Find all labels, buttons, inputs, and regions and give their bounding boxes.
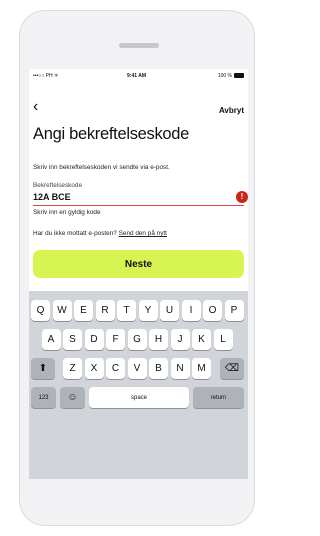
key-d[interactable]: D <box>84 329 104 350</box>
key-w[interactable]: W <box>52 300 72 321</box>
key-z[interactable]: Z <box>63 358 82 379</box>
key-a[interactable]: A <box>41 329 61 350</box>
app-screen: •••○○ PH ᯤ 9:41 AM 100 % ‹ Avbryt Angi b… <box>29 69 248 479</box>
key-o[interactable]: O <box>203 300 222 321</box>
instruction-text: Skriv inn bekreftelseskoden vi sendte vi… <box>33 164 170 171</box>
key-m[interactable]: M <box>192 358 211 379</box>
backspace-key[interactable]: ⌫ <box>220 358 244 379</box>
key-k[interactable]: K <box>192 329 211 350</box>
next-button[interactable]: Neste <box>33 250 244 278</box>
page-title: Angi bekreftelseskode <box>33 125 190 143</box>
emoji-key[interactable]: ☺ <box>60 387 85 408</box>
return-key[interactable]: return <box>193 387 244 408</box>
key-y[interactable]: Y <box>138 300 158 321</box>
battery-icon <box>234 73 244 78</box>
code-input-underline <box>33 205 244 206</box>
key-g[interactable]: G <box>127 329 147 350</box>
phone-frame: •••○○ PH ᯤ 9:41 AM 100 % ‹ Avbryt Angi b… <box>19 10 255 526</box>
key-b[interactable]: B <box>149 358 168 379</box>
error-message: Skriv inn en gyldig kode <box>33 209 101 216</box>
key-s[interactable]: S <box>63 329 82 350</box>
key-i[interactable]: I <box>181 300 201 321</box>
key-t[interactable]: T <box>117 300 136 321</box>
key-c[interactable]: C <box>106 358 125 379</box>
key-p[interactable]: P <box>224 300 244 321</box>
carrier-signal: •••○○ PH ᯤ <box>33 73 59 79</box>
resend-prompt: Har du ikke mottatt e-posten? <box>33 230 117 237</box>
key-n[interactable]: N <box>170 358 190 379</box>
key-r[interactable]: R <box>95 300 115 321</box>
code-input[interactable]: 12A BCE <box>33 192 71 202</box>
resend-link[interactable]: Send den på nytt <box>119 230 167 237</box>
key-e[interactable]: E <box>74 300 93 321</box>
shift-key[interactable]: ⬆ <box>31 358 55 379</box>
space-key[interactable]: space <box>89 387 189 408</box>
key-u[interactable]: U <box>160 300 179 321</box>
status-time: 9:41 AM <box>127 73 146 79</box>
key-f[interactable]: F <box>106 329 125 350</box>
home-area <box>20 479 254 525</box>
key-q[interactable]: Q <box>31 300 50 321</box>
cancel-button[interactable]: Avbryt <box>219 106 244 115</box>
key-l[interactable]: L <box>213 329 233 350</box>
numbers-key[interactable]: 123 <box>31 387 56 408</box>
key-h[interactable]: H <box>149 329 168 350</box>
key-j[interactable]: J <box>170 329 190 350</box>
status-bar: •••○○ PH ᯤ 9:41 AM 100 % <box>29 69 248 83</box>
key-v[interactable]: V <box>127 358 147 379</box>
back-button[interactable]: ‹ <box>33 99 38 115</box>
battery-percent: 100 % <box>217 73 232 79</box>
error-icon: ! <box>236 191 248 203</box>
code-field-label: Bekreftelseskode <box>33 182 83 189</box>
phone-speaker <box>119 43 159 48</box>
resend-row: Har du ikke mottatt e-posten? Send den p… <box>33 230 167 237</box>
key-x[interactable]: X <box>84 358 104 379</box>
keyboard: Q W E R T Y U I O P A S D F G H J K L ⬆ … <box>29 291 248 479</box>
